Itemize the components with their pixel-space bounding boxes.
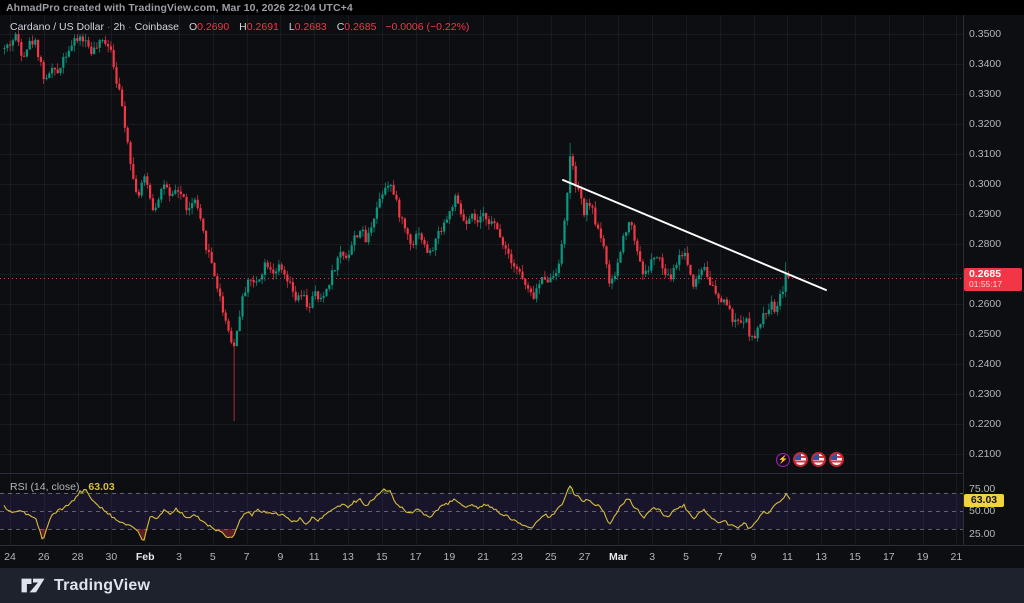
time-tick-label: 21 — [951, 551, 963, 563]
time-tick-label: 13 — [815, 551, 827, 563]
us-flag-event-icon[interactable] — [793, 452, 808, 467]
rsi-name[interactable]: RSI — [10, 481, 28, 493]
price-tick-label: 0.2400 — [969, 358, 1001, 370]
rsi-current-label: 63.03 — [964, 494, 1004, 507]
price-tick-label: 0.3300 — [969, 88, 1001, 100]
time-tick-label: 5 — [210, 551, 216, 563]
time-tick-label: 19 — [917, 551, 929, 563]
price-tick-label: 0.2200 — [969, 418, 1001, 430]
price-tick-label: 0.3000 — [969, 178, 1001, 190]
time-tick-label: 23 — [511, 551, 523, 563]
watermark-text: AhmadPro created with TradingView.com, M… — [0, 2, 353, 14]
price-tick-label: 0.2300 — [969, 388, 1001, 400]
time-tick-label: 9 — [277, 551, 283, 563]
close-value: 0.2685 — [344, 21, 376, 33]
legend-separator: · — [125, 21, 135, 33]
time-tick-label: 24 — [4, 551, 16, 563]
time-tick-label: 5 — [683, 551, 689, 563]
time-tick-label: 25 — [545, 551, 557, 563]
interval-label[interactable]: 2h — [113, 21, 125, 33]
chart-canvas[interactable] — [0, 0, 1024, 603]
price-tick-label: 0.3200 — [969, 118, 1001, 130]
open-letter: O — [189, 21, 197, 33]
rsi-tick-label: 25.00 — [969, 528, 995, 540]
time-tick-label: 19 — [444, 551, 456, 563]
time-tick-label: 3 — [649, 551, 655, 563]
high-value: 0.2691 — [247, 21, 279, 33]
symbol-name[interactable]: Cardano / US Dollar — [10, 21, 104, 33]
time-tick-label: 11 — [309, 551, 320, 563]
price-tick-label: 0.2800 — [969, 238, 1001, 250]
symbol-legend[interactable]: Cardano / US Dollar·2h·Coinbase O0.2690 … — [10, 21, 469, 33]
event-markers[interactable]: ⚡ — [776, 452, 844, 467]
time-tick-label: 7 — [244, 551, 250, 563]
footer-bar: TradingView — [0, 568, 1024, 603]
time-tick-label: 15 — [376, 551, 388, 563]
time-tick-label: 27 — [579, 551, 591, 563]
us-flag-event-icon[interactable] — [811, 452, 826, 467]
price-tick-label: 0.2600 — [969, 298, 1001, 310]
price-tick-label: 0.3500 — [969, 28, 1001, 40]
price-tick-label: 0.2500 — [969, 328, 1001, 340]
lightning-event-icon[interactable]: ⚡ — [776, 453, 790, 467]
change-value: −0.0006 (−0.22%) — [385, 21, 469, 33]
tradingview-chart-window: AhmadPro created with TradingView.com, M… — [0, 0, 1024, 603]
exchange-label[interactable]: Coinbase — [135, 21, 179, 33]
time-tick-label: 7 — [717, 551, 723, 563]
time-tick-label: 30 — [106, 551, 118, 563]
tradingview-brand-text[interactable]: TradingView — [54, 577, 150, 595]
tradingview-logo-icon[interactable] — [20, 577, 46, 594]
time-tick-label: Feb — [136, 551, 155, 563]
price-tick-label: 0.3100 — [969, 148, 1001, 160]
time-tick-label: Mar — [609, 551, 628, 563]
open-value: 0.2690 — [197, 21, 229, 33]
time-tick-label: 21 — [477, 551, 489, 563]
rsi-legend[interactable]: RSI (14, close) 63.03 — [10, 481, 115, 493]
rsi-value: 63.03 — [88, 481, 114, 493]
time-tick-label: 26 — [38, 551, 50, 563]
time-tick-label: 13 — [342, 551, 354, 563]
price-tick-label: 0.3400 — [969, 58, 1001, 70]
time-tick-label: 28 — [72, 551, 84, 563]
time-tick-label: 15 — [849, 551, 861, 563]
rsi-params: (14, close) — [30, 481, 79, 493]
time-tick-label: 17 — [410, 551, 422, 563]
current-price-label: 0.2685 01:55:17 — [964, 268, 1022, 291]
high-letter: H — [239, 21, 247, 33]
time-tick-label: 11 — [782, 551, 793, 563]
bar-countdown: 01:55:17 — [969, 280, 1022, 289]
time-tick-label: 9 — [751, 551, 757, 563]
low-value: 0.2683 — [295, 21, 327, 33]
price-tick-label: 0.2900 — [969, 208, 1001, 220]
time-tick-label: 17 — [883, 551, 895, 563]
rsi-tick-label: 75.00 — [969, 483, 995, 495]
watermark-bar: AhmadPro created with TradingView.com, M… — [0, 0, 1024, 15]
time-tick-label: 3 — [176, 551, 182, 563]
us-flag-event-icon[interactable] — [829, 452, 844, 467]
price-tick-label: 0.2100 — [969, 448, 1001, 460]
